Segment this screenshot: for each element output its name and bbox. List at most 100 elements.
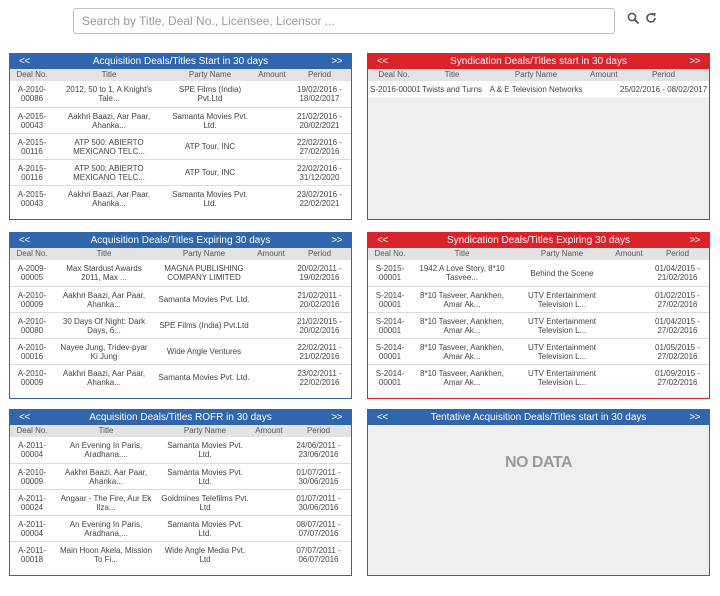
table-row[interactable]: A-2015-00116 ATP 500: ABIERTO MEXICANO TE… — [10, 159, 351, 186]
title-cell: 2012, 50 to 1, A Knight's Tale... — [54, 81, 164, 108]
deal-no-cell: A-2011-00024 — [10, 489, 54, 516]
party-cell: UTV Entertainment Television L... — [527, 368, 597, 387]
period-cell: 01/04/2015 - 21/02/2016 — [646, 260, 709, 287]
deal-no-cell: A-2015-00043 — [10, 107, 54, 134]
party-cell: UTV Entertainment Television L... — [512, 338, 612, 365]
column-header-party-name: Party Name — [164, 69, 256, 81]
prev-button[interactable]: << — [377, 233, 388, 248]
period-cell: 07/07/2011 - 06/07/2016 — [296, 545, 341, 564]
prev-button[interactable]: << — [19, 54, 30, 69]
table-row[interactable]: A-2011-00018 Main Hoon Akela, Mission To … — [10, 541, 351, 567]
party-cell: ATP Tour, INC — [164, 133, 256, 160]
party-cell: Wide Angle Media Pvt. Ltd — [164, 545, 246, 564]
panel-header: << Syndication Deals/Titles Expiring 30 … — [368, 233, 709, 248]
period-cell: 22/02/2016 - 27/02/2016 — [288, 133, 351, 160]
column-header-amount: Amount — [256, 69, 288, 81]
prev-button[interactable]: << — [377, 54, 388, 69]
next-button[interactable]: >> — [331, 410, 342, 425]
prev-button[interactable]: << — [19, 233, 30, 248]
table-row[interactable]: A-2010-00009 Aakhri Baazi, Aar Paar, Ahan… — [10, 463, 351, 490]
table-row[interactable]: S-2016-00001 Twists and Turns A & E Televi… — [368, 81, 709, 97]
table-row[interactable]: A-2015-00043 Aakhri Baazi, Aar Paar, Ahan… — [10, 107, 351, 134]
party-cell: MAGNA PUBLISHING COMPANY LIMITED — [154, 260, 254, 287]
column-header-title: Title — [412, 248, 512, 260]
deal-no-cell: A-2011-00004 — [10, 437, 54, 464]
title-cell: Main Hoon Akela, Mission To Fi... — [59, 545, 153, 564]
panel-title: Syndication Deals/Titles Expiring 30 day… — [446, 235, 631, 246]
next-button[interactable]: >> — [689, 54, 700, 69]
title-cell: 30 Days Of Night: Dark Days, 6... — [54, 312, 154, 339]
panel-syndication-expiring: << Syndication Deals/Titles Expiring 30 … — [367, 232, 710, 399]
amount-cell — [612, 260, 646, 287]
title-cell: 8*10 Tasveer, Aankhen, Amar Ak... — [412, 312, 512, 339]
column-header-deal-no: Deal No. — [10, 425, 54, 437]
next-button[interactable]: >> — [331, 233, 342, 248]
title-cell: Nayee Jung, Tridev-pyar Ki Jung — [54, 338, 154, 365]
deal-no-cell: S-2014-00001 — [368, 338, 412, 365]
column-header-amount: Amount — [252, 425, 286, 437]
deal-no-cell: A-2009-00005 — [10, 260, 54, 287]
title-cell: Aakhri Baazi, Aar Paar, Ahanka... — [54, 463, 158, 490]
table-row[interactable]: A-2011-00004 An Evening In Paris, Aradhan… — [10, 515, 351, 542]
table-row[interactable]: A-2015-00116 ATP 500: ABIERTO MEXICANO TE… — [10, 133, 351, 160]
table-row[interactable]: A-2009-00005 Max Stardust Awards 2011, Ma… — [10, 260, 351, 287]
prev-button[interactable]: << — [19, 410, 30, 425]
column-header-title: Title — [54, 425, 158, 437]
table-row[interactable]: S-2014-00001 8*10 Tasveer, Aankhen, Amar … — [368, 286, 709, 313]
search-input[interactable] — [74, 9, 614, 33]
amount-cell — [256, 185, 288, 211]
title-cell: Twists and Turns — [422, 84, 483, 94]
table-row[interactable]: S-2014-00001 8*10 Tasveer, Aankhen, Amar … — [368, 312, 709, 339]
amount-cell — [252, 463, 286, 490]
panel-header: << Acquisition Deals/Titles Start in 30 … — [10, 54, 351, 69]
amount-cell — [252, 515, 286, 542]
prev-button[interactable]: << — [377, 410, 388, 425]
deal-no-cell: A-2010-00016 — [10, 338, 54, 365]
party-cell: Samanta Movies Pvt. Ltd. — [158, 463, 252, 490]
deals-table: Deal No. Title Party Name Amount Period … — [368, 248, 709, 390]
deal-no-cell: A-2010-00009 — [10, 463, 54, 490]
column-header-party-name: Party Name — [484, 69, 588, 81]
next-button[interactable]: >> — [689, 410, 700, 425]
title-cell: Aakhri Baazi, Aar Paar, Ahanka... — [54, 286, 154, 313]
table-row[interactable]: A-2010-00009 Aakhri Baazi, Aar Paar, Ahan… — [10, 286, 351, 313]
party-cell: Samanta Movies Pvt. Ltd. — [158, 373, 250, 383]
amount-cell — [256, 81, 288, 108]
column-header-amount: Amount — [254, 248, 288, 260]
deal-no-cell: A-2010-00080 — [10, 312, 54, 339]
panel-title: Acquisition Deals/Titles Start in 30 day… — [92, 56, 269, 67]
party-cell: Samanta Movies Pvt. Ltd. — [158, 515, 252, 542]
next-button[interactable]: >> — [331, 54, 342, 69]
party-cell: Wide Angle Ventures — [154, 338, 254, 365]
panel-acquisition-rofr: << Acquisition Deals/Titles ROFR in 30 d… — [9, 409, 352, 576]
refresh-icon[interactable] — [645, 12, 659, 28]
amount-cell — [588, 81, 618, 97]
table-row[interactable]: A-2010-00016 Nayee Jung, Tridev-pyar Ki J… — [10, 338, 351, 365]
amount-cell — [252, 489, 286, 516]
table-row[interactable]: S-2014-00001 8*10 Tasveer, Aankhen, Amar … — [368, 364, 709, 390]
period-cell: 23/02/2016 - 22/02/2021 — [297, 189, 342, 208]
table-row[interactable]: A-2010-00080 30 Days Of Night: Dark Days,… — [10, 312, 351, 339]
panel-header: << Tentative Acquisition Deals/Titles st… — [368, 410, 709, 425]
table-row[interactable]: A-2015-00043 Aakhri Baazi, Aar Paar, Ahan… — [10, 185, 351, 211]
search-icon[interactable] — [627, 12, 641, 28]
column-header-amount: Amount — [588, 69, 618, 81]
table-row[interactable]: A-2010-00009 Aakhri Baazi, Aar Paar, Ahan… — [10, 364, 351, 390]
column-header-title: Title — [54, 69, 164, 81]
table-row[interactable]: S-2015-00001 1942 A Love Story, 8*10 Tasv… — [368, 260, 709, 287]
amount-cell — [256, 159, 288, 186]
column-header-period: Period — [286, 425, 351, 437]
table-row[interactable]: A-2011-00024 Angaar - The Fire, Aur Ek Il… — [10, 489, 351, 516]
party-cell: Samanta Movies Pvt. Ltd. — [172, 189, 248, 208]
amount-cell — [612, 338, 646, 365]
table-row[interactable]: S-2014-00001 8*10 Tasveer, Aankhen, Amar … — [368, 338, 709, 365]
deal-no-cell: A-2015-00116 — [10, 133, 54, 160]
column-header-deal-no: Deal No. — [10, 248, 54, 260]
table-row[interactable]: A-2010-00086 2012, 50 to 1, A Knight's Ta… — [10, 81, 351, 108]
next-button[interactable]: >> — [689, 233, 700, 248]
panel-title: Syndication Deals/Titles start in 30 day… — [450, 56, 627, 67]
table-row[interactable]: A-2011-00004 An Evening In Paris, Aradhan… — [10, 437, 351, 464]
search-box[interactable] — [73, 8, 615, 34]
amount-cell — [612, 286, 646, 313]
amount-cell — [254, 286, 288, 313]
